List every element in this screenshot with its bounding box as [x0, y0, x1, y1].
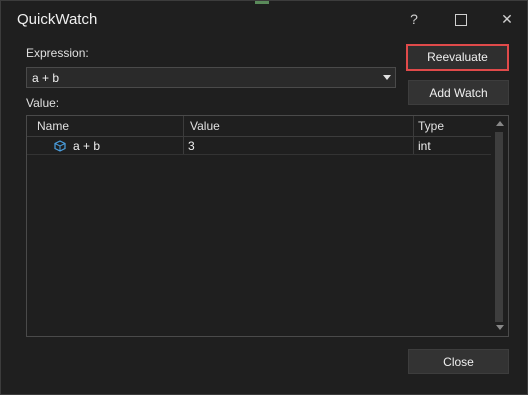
expression-combobox[interactable]: a + b [26, 67, 396, 88]
vertical-scrollbar[interactable] [492, 116, 508, 336]
scroll-up-icon[interactable] [496, 121, 504, 126]
reevaluate-button[interactable]: Reevaluate [406, 44, 509, 71]
value-grid: Name Value Type a + b 3 int [26, 115, 509, 337]
row-name-cell[interactable]: a + b [73, 137, 100, 155]
maximize-button[interactable] [446, 7, 476, 31]
scroll-down-icon[interactable] [496, 325, 504, 330]
value-label: Value: [26, 96, 60, 110]
row-divider [27, 154, 491, 155]
close-button[interactable]: Close [408, 349, 509, 374]
expression-input[interactable]: a + b [32, 71, 59, 85]
scrollbar-thumb[interactable] [495, 132, 503, 322]
column-header-value[interactable]: Value [190, 116, 220, 136]
close-window-button[interactable]: ✕ [492, 7, 522, 31]
column-header-name[interactable]: Name [37, 116, 69, 136]
help-button[interactable]: ? [399, 7, 429, 31]
add-watch-button[interactable]: Add Watch [408, 80, 509, 105]
variable-icon [54, 140, 66, 152]
row-type-cell[interactable]: int [418, 137, 431, 155]
dialog-title: QuickWatch [17, 11, 98, 28]
column-header-type[interactable]: Type [418, 116, 444, 136]
maximize-icon [455, 14, 467, 27]
dropdown-arrow-icon[interactable] [383, 75, 391, 80]
expression-label: Expression: [26, 46, 89, 60]
quickwatch-dialog: QuickWatch ? ✕ Expression: a + b Value: … [0, 0, 528, 395]
title-bar: QuickWatch ? ✕ [1, 1, 527, 37]
row-value-cell[interactable]: 3 [188, 137, 195, 155]
